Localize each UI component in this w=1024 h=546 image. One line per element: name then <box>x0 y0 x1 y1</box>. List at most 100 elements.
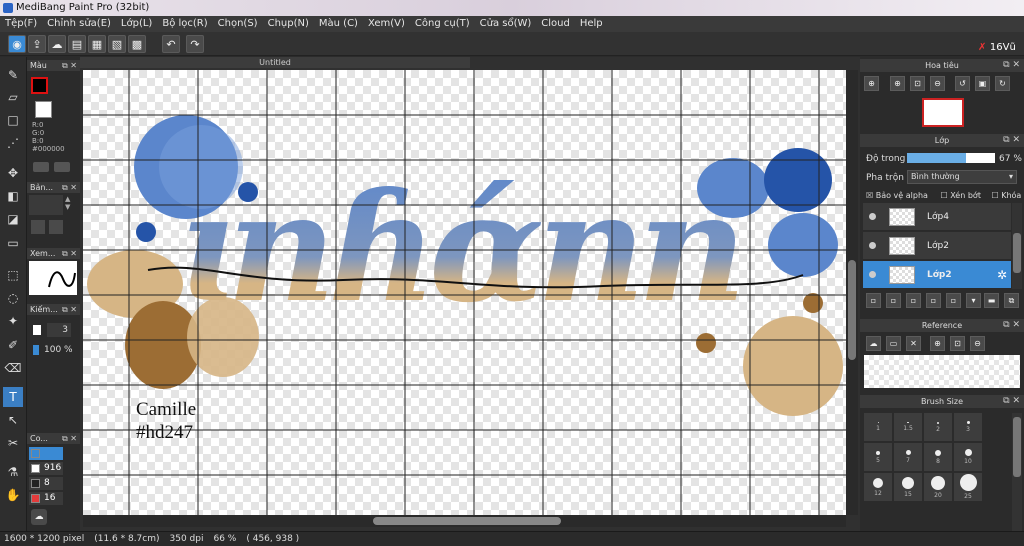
fill-icon[interactable]: ◧ <box>3 186 23 206</box>
blend-mode-select[interactable]: Bình thường ▾ <box>907 170 1017 184</box>
menu-help[interactable]: Help <box>575 16 608 32</box>
duplicate-layer-icon[interactable]: ▫ <box>906 293 921 308</box>
close-icon[interactable]: ✕ <box>906 336 921 351</box>
palette-cloud-icon[interactable]: ☁ <box>31 509 47 525</box>
color-swap-button[interactable] <box>33 162 49 172</box>
redo-icon[interactable]: ↷ <box>186 35 204 53</box>
divide-icon[interactable]: ✂ <box>3 433 23 453</box>
merge-icon[interactable]: ▾ <box>966 293 981 308</box>
reference-canvas[interactable] <box>864 355 1020 388</box>
rotate-right-icon[interactable]: ↻ <box>995 76 1010 91</box>
zoom-in-icon[interactable]: ⊕ <box>864 76 879 91</box>
menu-capture[interactable]: Chụp(N) <box>263 16 314 32</box>
brush-add-icon[interactable] <box>31 220 45 234</box>
zoom-in-icon[interactable]: ⊕ <box>890 76 905 91</box>
layer-scrollbar[interactable] <box>1012 203 1022 289</box>
opacity-slider[interactable] <box>907 153 995 163</box>
layer-row[interactable]: Lớp2 <box>863 232 1011 260</box>
menu-edit[interactable]: Chỉnh sửa(E) <box>42 16 116 32</box>
menu-file[interactable]: Tệp(F) <box>0 16 42 32</box>
lasso-icon[interactable]: ◌ <box>3 288 23 308</box>
brush-size-option[interactable]: 20 <box>924 473 952 501</box>
panel-controls-icon[interactable]: ⧉ ✕ <box>62 60 77 71</box>
brush-size-option[interactable]: 1 <box>864 413 892 441</box>
export-icon[interactable]: ⇪ <box>28 35 46 53</box>
horizontal-scrollbar[interactable] <box>83 515 846 527</box>
brush-size-option[interactable]: 3 <box>954 413 982 441</box>
brush-size-option[interactable]: 15 <box>894 473 922 501</box>
horizontal-scroll-thumb[interactable] <box>373 517 561 525</box>
palette-item[interactable]: 8 <box>29 477 63 490</box>
delete-icon[interactable]: ▫ <box>946 293 961 308</box>
menu-select[interactable]: Chọn(S) <box>213 16 263 32</box>
color-mode-button[interactable] <box>54 162 70 172</box>
hand-icon[interactable]: ✋ <box>3 485 23 505</box>
panel-controls-icon[interactable]: ⧉ ✕ <box>62 433 77 444</box>
vertical-scrollbar[interactable] <box>846 70 858 515</box>
brush-size-option[interactable]: 10 <box>954 443 982 471</box>
menu-layer[interactable]: Lớp(L) <box>116 16 157 32</box>
menu-cloud[interactable]: Cloud <box>536 16 575 32</box>
actual-size-icon[interactable]: ▣ <box>975 76 990 91</box>
operation-icon[interactable]: ↖ <box>3 410 23 430</box>
palette-item[interactable]: 16 <box>29 492 63 505</box>
bucket-icon[interactable]: ◪ <box>3 209 23 229</box>
layers-icon[interactable]: ▤ <box>68 35 86 53</box>
lock-checkbox[interactable]: ☐ <box>992 191 999 200</box>
grid-icon[interactable]: ▧ <box>108 35 126 53</box>
menu-window[interactable]: Cửa sổ(W) <box>475 16 537 32</box>
protect-alpha-checkbox[interactable]: ☒ <box>866 191 873 200</box>
brush-size-option[interactable]: 25 <box>954 473 982 501</box>
select-rect-icon[interactable]: ⬚ <box>3 265 23 285</box>
palette-item[interactable]: 916 <box>29 462 63 475</box>
brush-size-option[interactable]: 7 <box>894 443 922 471</box>
menu-tools[interactable]: Công cụ(T) <box>410 16 475 32</box>
tiles-icon[interactable]: ▩ <box>128 35 146 53</box>
navigator-thumbnail[interactable] <box>922 98 964 127</box>
gear-icon[interactable]: ✲ <box>997 268 1007 282</box>
vertical-scroll-thumb[interactable] <box>848 260 856 360</box>
layer-row[interactable]: Lớp4 <box>863 203 1011 231</box>
eyedropper-icon[interactable]: ⚗ <box>3 462 23 482</box>
document-icon[interactable]: ▦ <box>88 35 106 53</box>
brush-delete-icon[interactable] <box>49 220 63 234</box>
rectangle-icon[interactable]: □ <box>3 110 23 130</box>
document-tab[interactable]: Untitled <box>80 57 470 68</box>
panel-controls-icon[interactable]: ⧉ ✕ <box>1003 395 1020 408</box>
zoom-in-icon[interactable]: ⊕ <box>930 336 945 351</box>
brush-size-option[interactable]: 5 <box>864 443 892 471</box>
brush-size-value[interactable]: 3 <box>47 323 71 337</box>
eraser-icon[interactable]: ▱ <box>3 87 23 107</box>
brush-size-option[interactable]: 12 <box>864 473 892 501</box>
clipping-checkbox[interactable]: ☐ <box>940 191 947 200</box>
panel-controls-icon[interactable]: ⧉ ✕ <box>62 248 77 259</box>
fit-icon[interactable]: ⊡ <box>910 76 925 91</box>
menu-filter[interactable]: Bộ lọc(R) <box>157 16 212 32</box>
eye-icon[interactable] <box>869 242 876 249</box>
dotbrush-icon[interactable]: ⋰ <box>3 133 23 153</box>
rotate-left-icon[interactable]: ↺ <box>955 76 970 91</box>
layer-scroll-thumb[interactable] <box>1013 233 1021 273</box>
move-icon[interactable]: ✥ <box>3 163 23 183</box>
panel-controls-icon[interactable]: ⧉ ✕ <box>1003 134 1020 147</box>
panel-controls-icon[interactable]: ⧉ ✕ <box>62 182 77 193</box>
undo-icon[interactable]: ↶ <box>162 35 180 53</box>
brush-size-option[interactable]: 2 <box>924 413 952 441</box>
eye-icon[interactable] <box>869 271 876 278</box>
brush-size-option[interactable]: 1.5 <box>894 413 922 441</box>
view-icon[interactable]: ◉ <box>8 35 26 53</box>
zoom-out-icon[interactable]: ⊖ <box>970 336 985 351</box>
open-folder-icon[interactable]: ▭ <box>886 336 901 351</box>
menu-view[interactable]: Xem(V) <box>363 16 410 32</box>
brush-opacity-value[interactable]: 100 % <box>44 345 73 355</box>
menu-color[interactable]: Màu (C) <box>314 16 363 32</box>
select-eraser-icon[interactable]: ⌫ <box>3 358 23 378</box>
fit-icon[interactable]: ⊡ <box>950 336 965 351</box>
brush-size-option[interactable]: 8 <box>924 443 952 471</box>
notification[interactable]: ✗ 16Vũ <box>978 42 1016 53</box>
canvas[interactable]: ɩnɦɑ́nn Camille #hd247 <box>83 70 846 515</box>
brush-scroll[interactable]: ▲ ▼ <box>65 195 75 215</box>
gradient-icon[interactable]: ▭ <box>3 233 23 253</box>
eye-icon[interactable] <box>869 213 876 220</box>
panel-controls-icon[interactable]: ⧉ ✕ <box>1003 59 1020 72</box>
